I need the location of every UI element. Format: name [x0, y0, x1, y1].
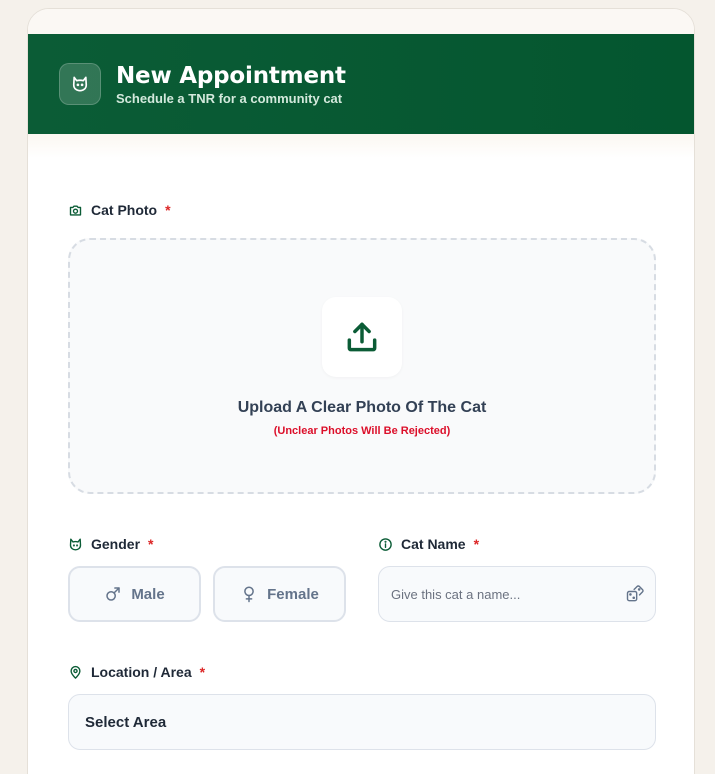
appointment-card: New Appointment Schedule a TNR for a com… [27, 8, 695, 774]
cat-face-icon [59, 63, 101, 105]
gender-label-text: Gender [91, 536, 141, 552]
required-marker: * [199, 664, 206, 680]
info-icon [378, 537, 393, 552]
cat-name-input[interactable] [391, 586, 625, 602]
cat-photo-label-text: Cat Photo [91, 202, 158, 218]
camera-icon [68, 203, 83, 218]
cat-name-field [378, 566, 656, 622]
form-header: New Appointment Schedule a TNR for a com… [28, 34, 694, 134]
page-subtitle: Schedule a TNR for a community cat [116, 90, 343, 106]
required-marker: * [148, 536, 154, 552]
cat-name-label: Cat Name * [378, 536, 479, 552]
page-title: New Appointment [116, 62, 346, 89]
male-symbol-icon [104, 585, 122, 603]
area-select[interactable]: Select Area [68, 694, 656, 750]
card-top-strip [28, 9, 694, 34]
female-symbol-icon [240, 585, 258, 603]
required-marker: * [473, 536, 480, 552]
gender-female-label: Female [267, 585, 319, 603]
dice-icon[interactable] [625, 584, 645, 604]
required-marker: * [165, 202, 171, 218]
upload-icon [322, 297, 402, 377]
upload-warning: (Unclear Photos Will Be Rejected) [273, 425, 451, 437]
area-select-value: Select Area [85, 713, 167, 731]
header-fade [28, 134, 694, 158]
gender-male-label: Male [131, 585, 165, 603]
gender-female-button[interactable]: Female [213, 566, 346, 622]
upload-title: Upload A Clear Photo Of The Cat [237, 399, 487, 416]
cat-name-label-text: Cat Name [401, 536, 466, 552]
cat-photo-label: Cat Photo * [68, 202, 171, 218]
gender-male-button[interactable]: Male [68, 566, 201, 622]
location-label-text: Location / Area [91, 664, 192, 680]
photo-upload-dropzone[interactable]: Upload A Clear Photo Of The Cat (Unclear… [68, 238, 656, 494]
gender-label: Gender * [68, 536, 153, 552]
cat-face-icon [68, 537, 83, 552]
map-pin-icon [68, 665, 83, 680]
location-label: Location / Area * [68, 664, 205, 680]
